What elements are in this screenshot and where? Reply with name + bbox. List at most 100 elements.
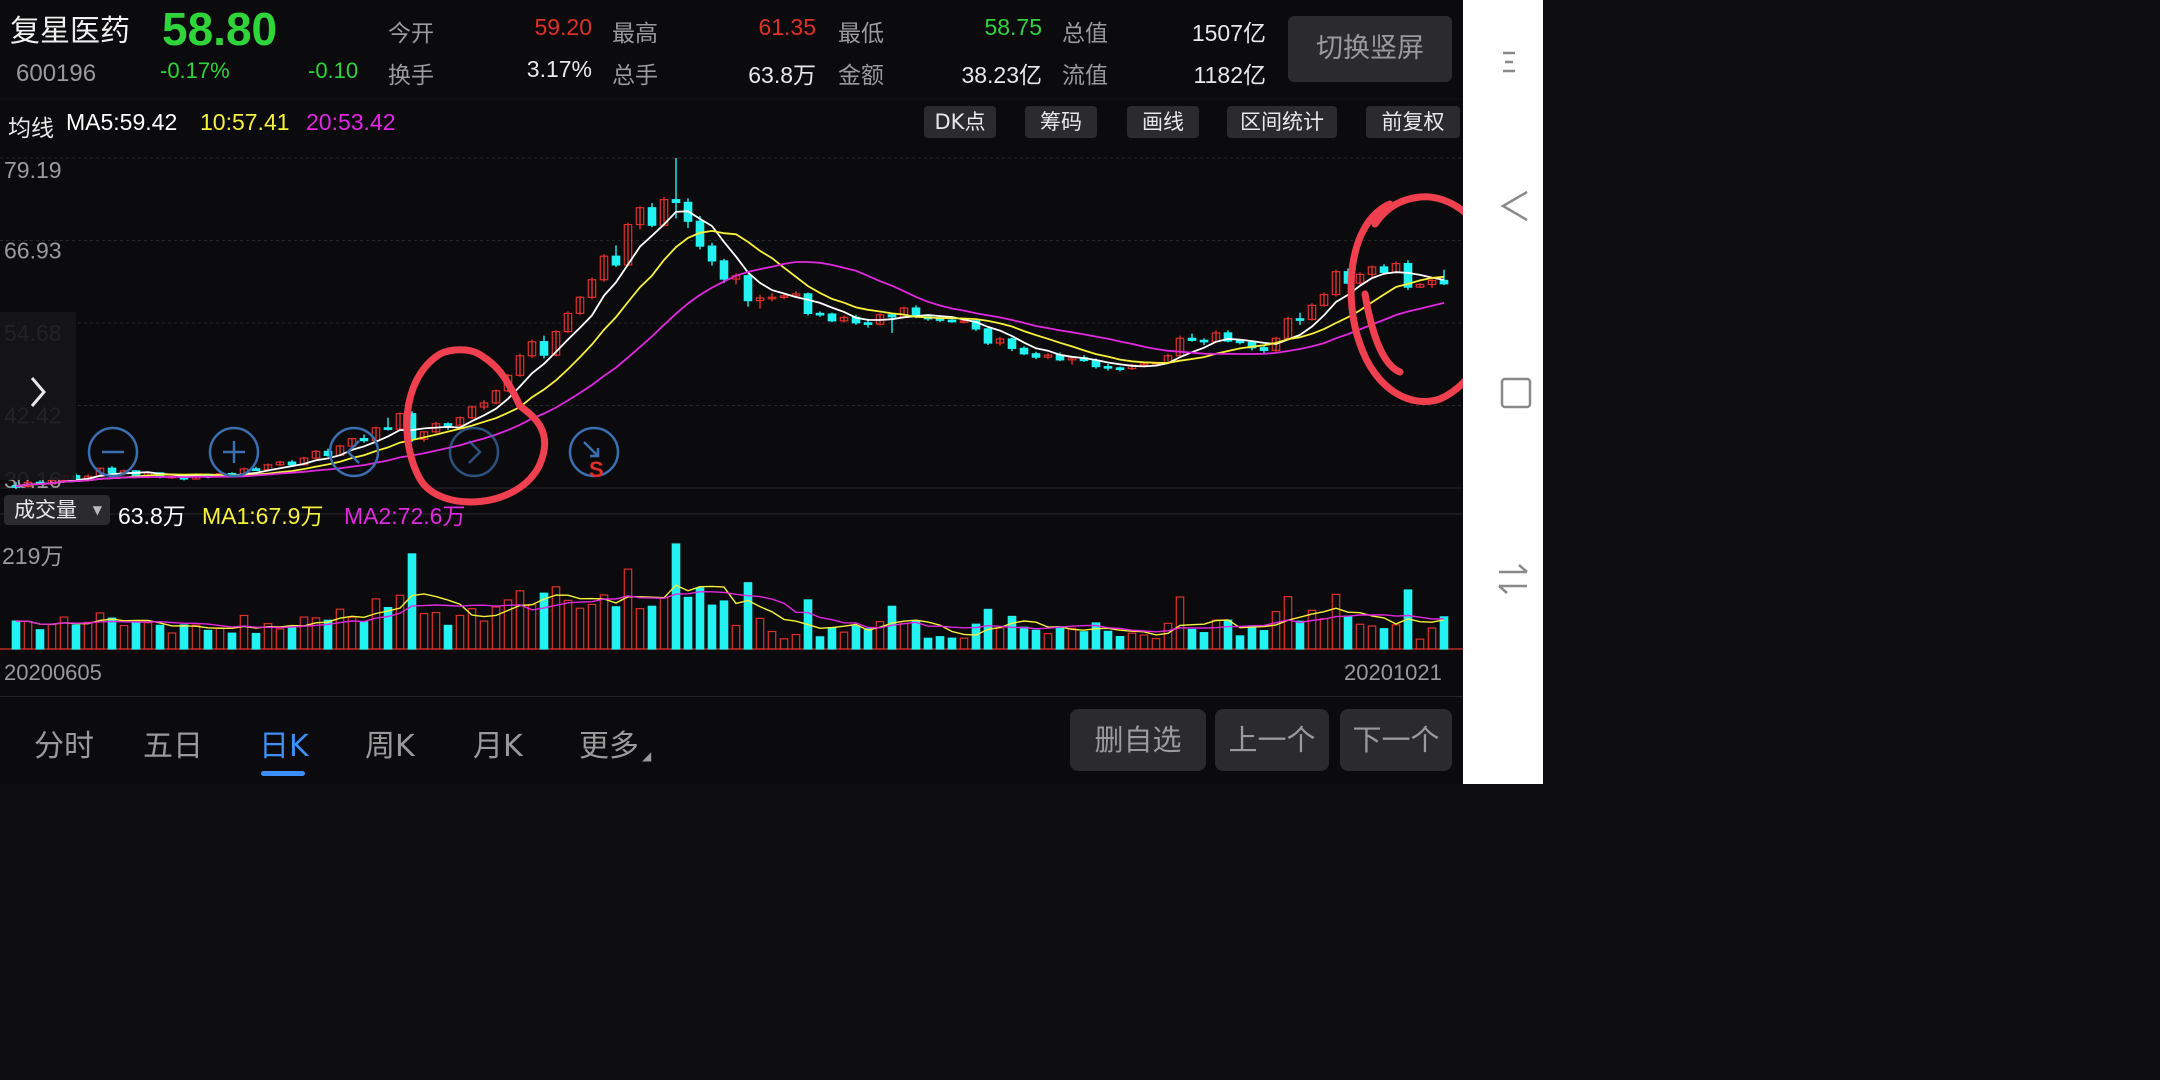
volume-bar-down [719,600,729,650]
volume-bar-down [815,636,825,650]
volume-bar-down [1103,630,1113,650]
candle-down [1007,338,1017,350]
quote-label-total-value: 总值 [1062,21,1108,47]
ma20-value: 20:53.42 [306,109,396,135]
volume-bar-down [443,624,453,650]
chips-button[interactable]: 筹码 [1025,106,1097,138]
volume-bar-down [287,625,297,650]
volume-bar-down [407,553,417,650]
volume-bar-down [131,622,141,650]
candle-down [251,468,261,471]
candle-down [863,322,873,325]
draw-line-button[interactable]: 画线 [1127,106,1199,138]
volume-bar-down [1247,625,1257,650]
volume-bar-down [1031,629,1041,650]
tab-more[interactable]: 更多 [579,721,639,765]
date-end: 20201021 [1344,660,1442,685]
abs-change: -0.10 [308,58,359,83]
candle-down [1295,318,1305,321]
candle-down [611,255,621,266]
volume-bar-down [539,592,549,650]
candle-down [1019,347,1029,355]
menu-icon[interactable] [1499,48,1519,76]
tab-monthly-k[interactable]: 月K [473,721,523,765]
tab-five-day[interactable]: 五日 [143,721,203,765]
candle-down [1115,367,1125,371]
stock-name: 复星医药 [10,14,130,49]
stock-code: 600196 [16,60,97,87]
tab-daily-k[interactable]: 日K [259,721,309,765]
switch-portrait-button[interactable]: 切换竖屏 [1288,16,1452,82]
candle-down [539,341,549,356]
quote-label-turnover: 换手 [388,63,434,89]
volume-bar-down [827,627,837,650]
date-start: 20200605 [4,660,102,685]
volume-bar-down [1223,619,1233,650]
quote-label-low: 最低 [838,21,884,47]
tab-weekly-k[interactable]: 周K [365,721,415,765]
candle-down [947,319,957,323]
volume-bar-down [35,629,45,650]
candle-down [887,314,897,318]
candle-down [671,199,681,203]
volume-bar-down [1187,628,1197,650]
volume-bar-down [1007,615,1017,650]
candle-down [743,275,753,302]
volume-bar-down [227,632,237,650]
volume-bar-down [743,582,753,650]
candle-down [1259,347,1269,352]
quote-value-low: 58.75 [984,14,1042,40]
kline-chart[interactable]: 79.1966.9354.6842.4230.16 219万 S [0,144,1463,696]
quote-header: 复星医药 600196 58.80 -0.17% -0.10 今开 59.20 … [0,0,1463,98]
quote-value-total-value: 1507亿 [1191,20,1266,46]
volume-bar-down [887,605,897,650]
forward-adjust-button[interactable]: 前复权 [1366,106,1460,138]
volume-bar-down [1343,615,1353,650]
home-icon[interactable] [1499,376,1533,410]
candle-down [1031,353,1041,358]
candle-down [983,328,993,344]
volume-bar-down [647,605,657,650]
volume-value: 63.8万 [118,503,186,529]
candle-down [1187,337,1197,341]
volume-bar-down [947,637,957,650]
range-stats-button[interactable]: 区间统计 [1227,106,1337,138]
volume-bar-down [1379,628,1389,650]
quote-label-amount: 金额 [838,63,884,89]
candle-down [719,260,729,280]
volume-bar-down [683,596,693,650]
candle-down [827,313,837,322]
dk-point-button[interactable]: DK点 [924,106,996,138]
quote-label-float-value: 流值 [1062,63,1108,89]
remove-watchlist-button[interactable]: 删自选 [1070,709,1206,771]
volume-header: 成交量 ▼ 63.8万 MA1:67.9万 MA2:72.6万 [0,489,1463,529]
volume-bar-down [1439,616,1449,650]
ma-toolbar: 均线 MA5:59.42 10:57.41 20:53.42 DK点 筹码 画线… [0,100,1463,144]
volume-selector[interactable]: 成交量 ▼ [4,495,110,525]
volume-ma2: MA2:72.6万 [344,503,466,529]
volume-bar-down [1079,631,1089,650]
volume-bar-down [1115,635,1125,650]
quote-value-open: 59.20 [534,14,592,40]
tab-intraday[interactable]: 分时 [34,721,94,765]
candle-down [443,423,453,426]
volume-bar-down [1019,626,1029,650]
quote-label-high: 最高 [612,21,658,47]
back-icon[interactable] [1497,188,1531,224]
quote-value-float-value: 1182亿 [1193,62,1266,88]
expand-panel[interactable] [0,312,76,480]
volume-bar-down [1295,620,1305,650]
volume-bar-down [695,587,705,650]
volume-bar-down [71,624,81,650]
more-triangle-icon: ◢ [642,749,652,763]
candle-down [383,427,393,430]
volume-bar-down [179,624,189,650]
volume-bar-down [611,606,621,650]
switch-app-icon[interactable] [1497,562,1531,596]
previous-button[interactable]: 上一个 [1215,709,1329,771]
ma-label: 均线 [8,115,54,141]
volume-selector-label: 成交量 [14,498,77,522]
candle-down [1379,266,1389,273]
quote-value-amount: 38.23亿 [961,62,1042,88]
next-button[interactable]: 下一个 [1340,709,1452,771]
